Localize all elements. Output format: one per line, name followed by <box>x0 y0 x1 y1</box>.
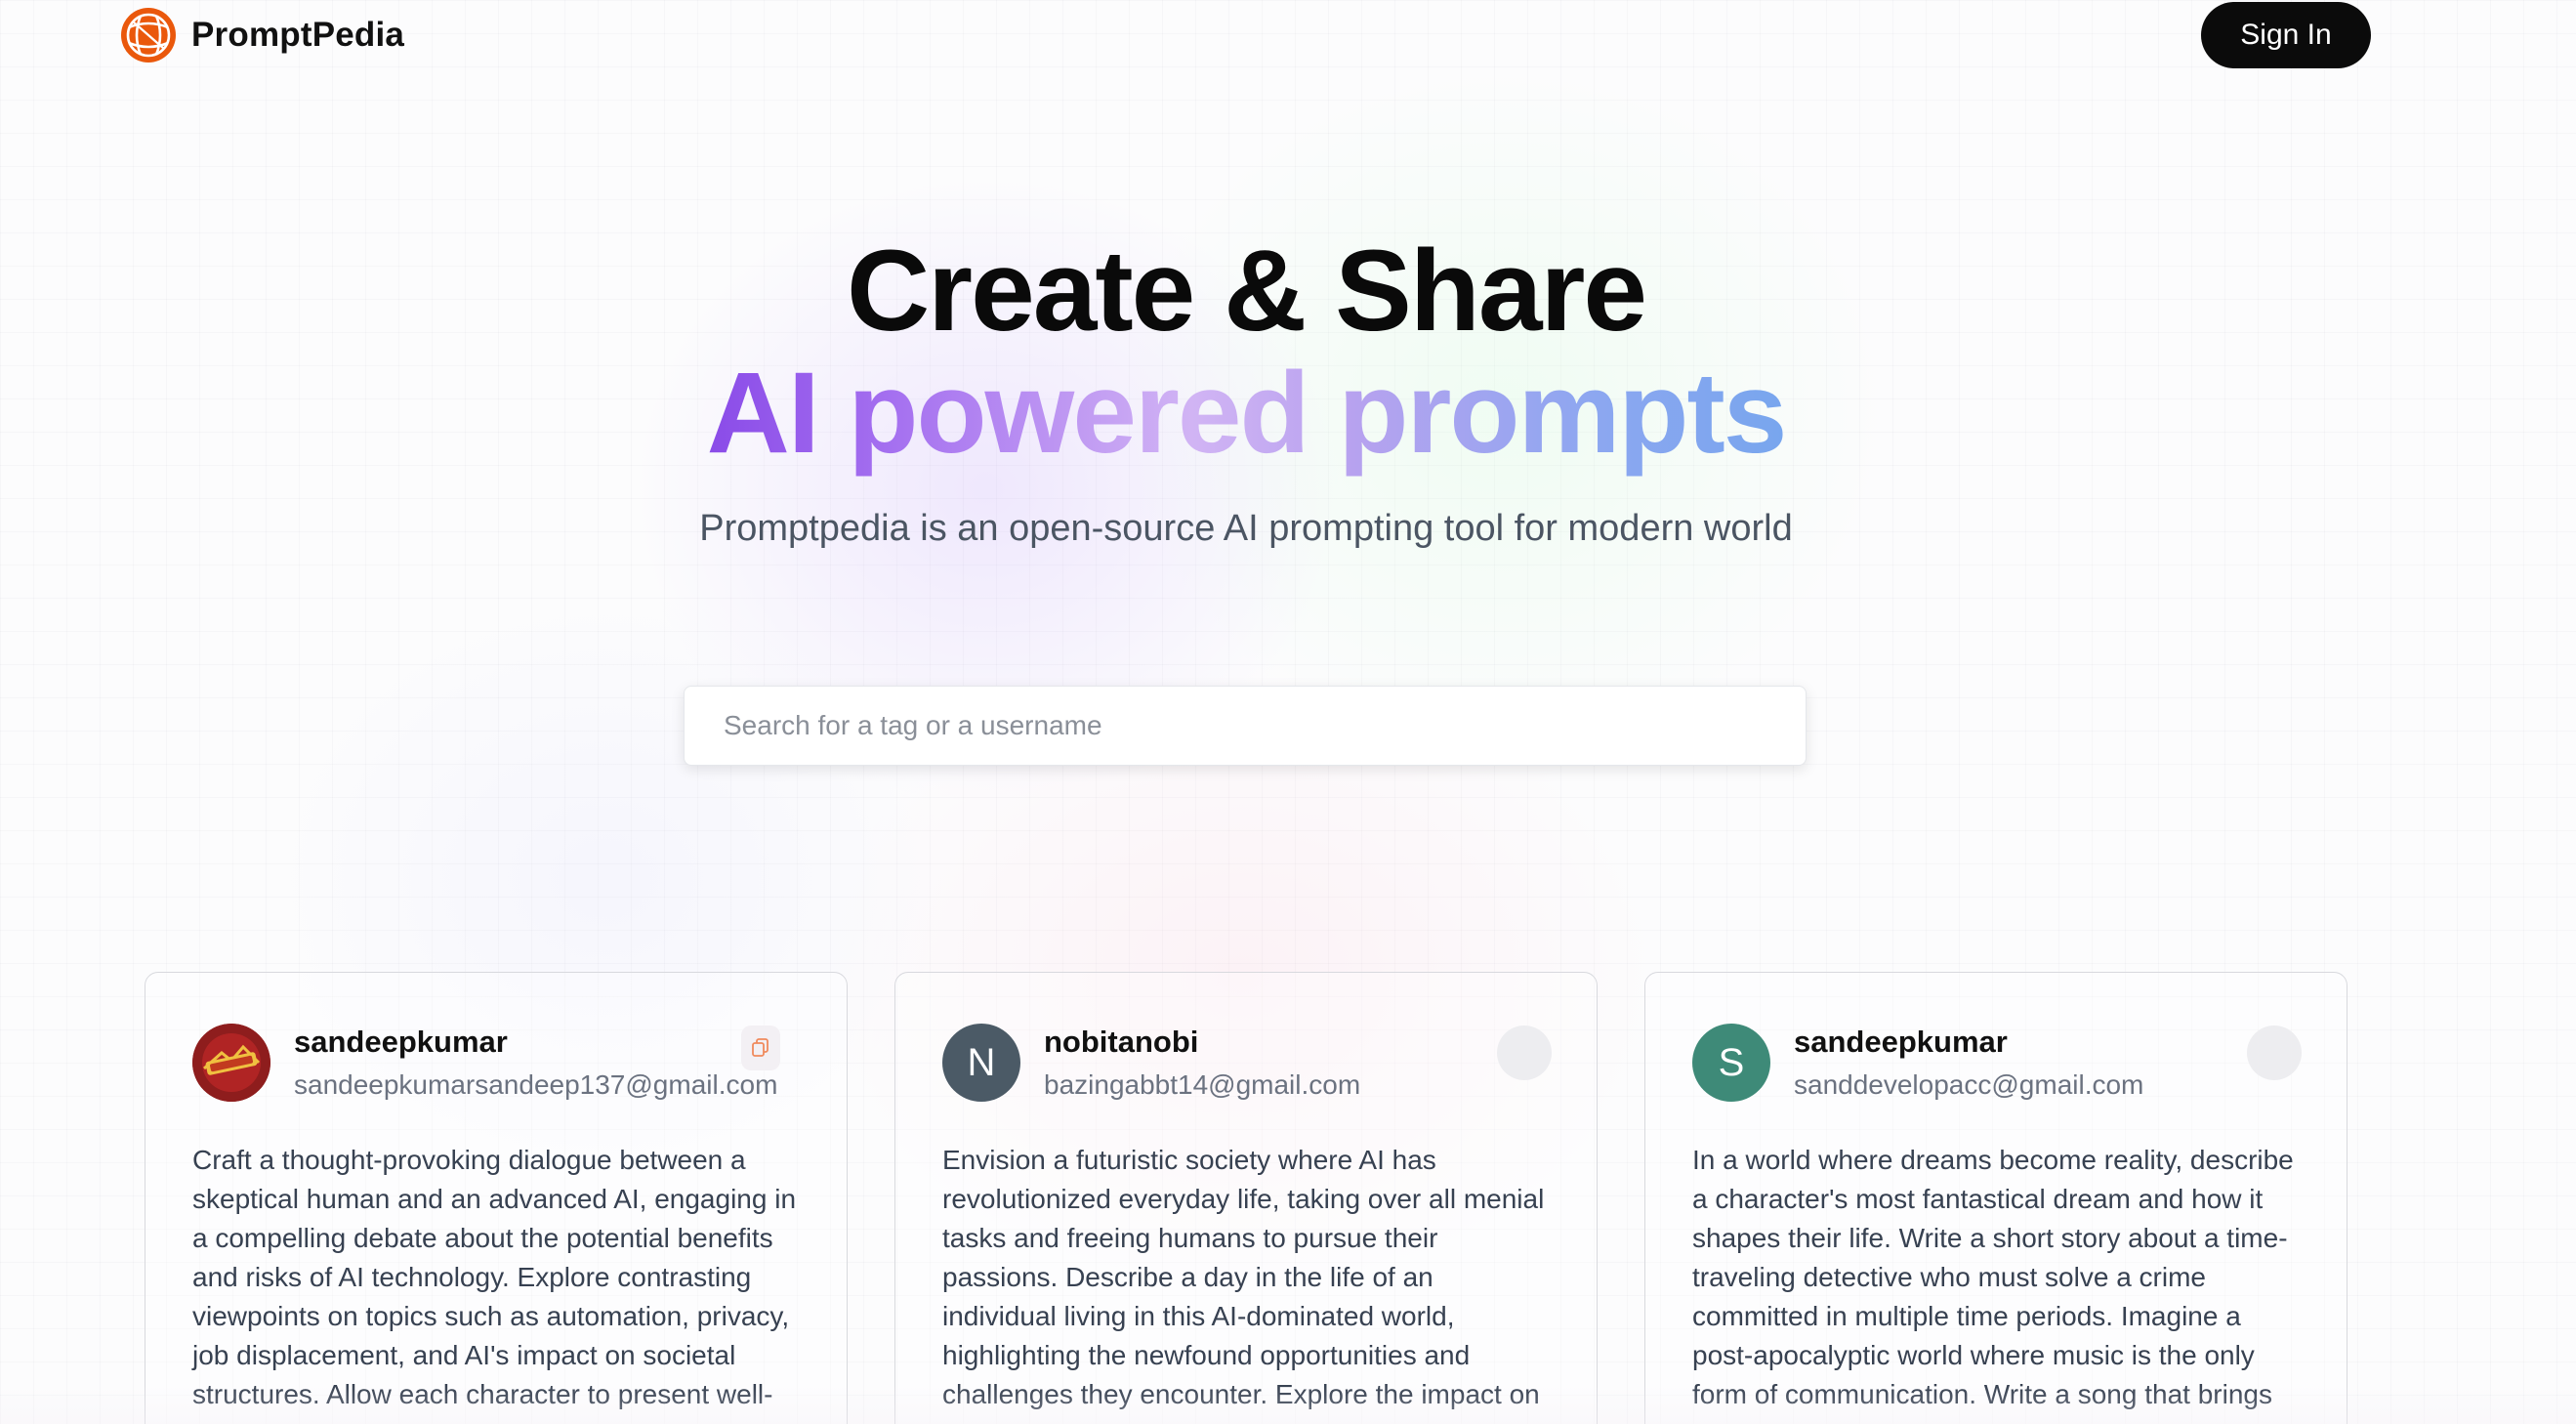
copy-button[interactable] <box>2247 1026 2302 1080</box>
avatar[interactable]: N <box>942 1024 1020 1102</box>
username[interactable]: sandeepkumar <box>1794 1024 2143 1061</box>
user-email: bazingabbt14@gmail.com <box>1044 1069 1361 1100</box>
user-email: sanddevelopacc@gmail.com <box>1794 1069 2144 1100</box>
user-info: sandeepkumar sanddevelopacc@gmail.com <box>1794 1024 2143 1102</box>
copy-button[interactable] <box>1497 1026 1552 1080</box>
hero-description: Promptpedia is an open-source AI prompti… <box>699 508 1793 549</box>
user-info: sandeepkumar sandeepkumarsandeep137@gmai… <box>294 1024 777 1102</box>
prompt-card-header: S sandeepkumar sanddevelopacc@gmail.com <box>1692 1024 2302 1106</box>
brand-link[interactable]: PromptPedia <box>119 6 404 64</box>
avatar-letter: S <box>1718 1040 1745 1084</box>
prompt-card: S sandeepkumar sanddevelopacc@gmail.com … <box>1644 972 2347 1424</box>
search-input[interactable] <box>684 686 1807 766</box>
avatar[interactable]: S <box>1692 1024 1770 1102</box>
prompt-card-header: N nobitanobi bazingabbt14@gmail.com <box>942 1024 1552 1106</box>
prompt-card-header: sandeepkumar sandeepkumarsandeep137@gmai… <box>192 1024 802 1106</box>
hero-subtitle: AI powered prompts <box>0 350 2492 477</box>
hero-subtitle-text: AI powered prompts <box>706 349 1788 478</box>
sign-in-button[interactable]: Sign In <box>2201 2 2371 68</box>
prompt-text: Craft a thought-provoking dialogue betwe… <box>192 1145 797 1409</box>
prompt-text: Envision a futuristic society where AI h… <box>942 1145 1545 1409</box>
prompt-text: In a world where dreams become reality, … <box>1692 1145 2294 1409</box>
brand-name: PromptPedia <box>191 16 405 54</box>
bazinga-logo-icon <box>192 1024 270 1102</box>
top-nav: PromptPedia Sign In <box>0 0 2576 70</box>
copy-icon <box>752 1038 769 1057</box>
hero-title: Create & Share <box>846 227 1647 356</box>
username[interactable]: nobitanobi <box>1044 1024 1360 1061</box>
bazinga-avatar-icon[interactable] <box>192 1024 270 1102</box>
promptpedia-logo-icon <box>121 8 176 63</box>
prompt-card: N nobitanobi bazingabbt14@gmail.com Envi… <box>894 972 1598 1424</box>
username[interactable]: sandeepkumar <box>294 1024 777 1061</box>
user-info: nobitanobi bazingabbt14@gmail.com <box>1044 1024 1360 1102</box>
user-email: sandeepkumarsandeep137@gmail.com <box>294 1069 778 1100</box>
copy-button[interactable] <box>741 1026 780 1070</box>
avatar-letter: N <box>967 1040 996 1084</box>
prompt-card: sandeepkumar sandeepkumarsandeep137@gmai… <box>145 972 848 1424</box>
